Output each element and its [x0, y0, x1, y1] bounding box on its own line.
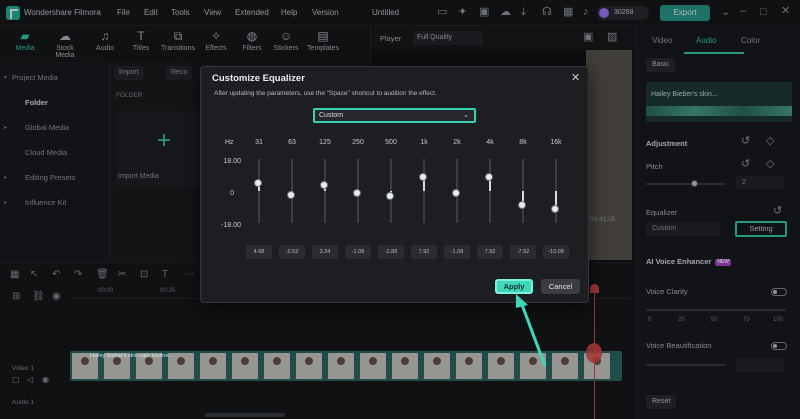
clip-title: Hailey Bieber's skin care routine... — [90, 353, 173, 359]
arrow-head — [516, 294, 528, 308]
arrow-shaft — [519, 301, 547, 367]
